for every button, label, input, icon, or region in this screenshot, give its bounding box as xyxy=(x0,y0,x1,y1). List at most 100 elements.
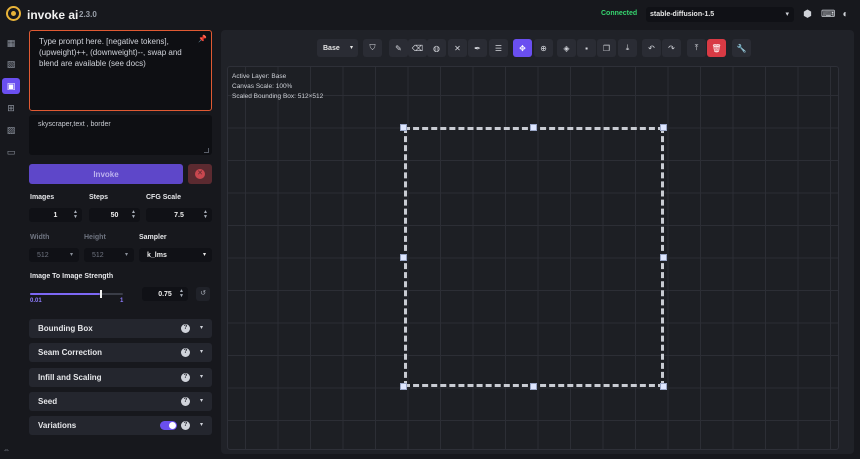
palette-icon[interactable]: ◐ xyxy=(840,9,851,20)
fill-button[interactable]: ◍ xyxy=(427,39,446,57)
help-icon[interactable]: ? xyxy=(181,397,190,406)
bbox-handle-top[interactable] xyxy=(530,124,537,131)
strength-label: Image To Image Strength xyxy=(30,273,114,280)
move-tool-button[interactable]: ✥ xyxy=(513,39,532,57)
strength-value: 0.75 xyxy=(158,290,172,298)
height-value: 512 xyxy=(92,251,104,259)
accordion-variations[interactable]: Variations ? ▾ xyxy=(29,416,212,435)
nav-nodes-icon[interactable]: ⊞ xyxy=(2,100,20,116)
accordion-label: Seed xyxy=(38,397,58,406)
eraser-button[interactable]: ⌫ xyxy=(408,39,427,57)
app-version: 2.3.0 xyxy=(79,10,97,19)
steps-label: Steps xyxy=(89,194,109,201)
bbox-handle-top-right[interactable] xyxy=(660,124,667,131)
accordion-bounding-box[interactable]: Bounding Box ? ▾ xyxy=(29,319,212,338)
model-select[interactable]: stable-diffusion-1.5 ▾ xyxy=(646,7,794,22)
help-icon[interactable]: ? xyxy=(181,421,190,430)
info-scaled-bbox: Scaled Bounding Box: 512×512 xyxy=(232,93,324,100)
invoke-button[interactable]: Invoke xyxy=(29,164,183,184)
reset-strength-button[interactable]: ↺ xyxy=(196,287,210,301)
stepper-icon[interactable]: ▲ ▼ xyxy=(203,210,208,220)
sampler-label: Sampler xyxy=(139,234,167,241)
prompt-input[interactable]: Type prompt here. [negative tokens], (up… xyxy=(29,30,212,111)
negative-prompt-value: skyscraper,text , border xyxy=(38,121,111,128)
steps-input[interactable]: 50 ▲ ▼ xyxy=(89,208,140,222)
chevron-down-icon: ▾ xyxy=(199,325,203,331)
strength-max: 1 xyxy=(120,298,124,304)
redo-button[interactable]: ↷ xyxy=(662,39,681,57)
strength-input[interactable]: 0.75 ▲ ▼ xyxy=(142,287,188,301)
cube-icon[interactable]: ⬢ xyxy=(802,9,813,20)
upload-icon: ⤒ xyxy=(694,43,699,52)
sliders-icon: ☰ xyxy=(494,43,503,53)
nav-training-icon[interactable]: ▭ xyxy=(2,144,20,160)
strength-slider-thumb[interactable] xyxy=(100,290,102,298)
bounding-box[interactable] xyxy=(404,127,664,387)
nav-image-to-image-icon[interactable]: ▧ xyxy=(2,56,20,72)
copy-button[interactable]: ❐ xyxy=(597,39,616,57)
accordion-label: Bounding Box xyxy=(38,324,93,333)
variations-toggle[interactable] xyxy=(160,421,177,430)
stepper-icon[interactable]: ▲ ▼ xyxy=(73,210,78,220)
accordion-label: Infill and Scaling xyxy=(38,373,102,382)
cancel-button[interactable]: ✕ xyxy=(188,164,212,184)
bbox-handle-left[interactable] xyxy=(400,254,407,261)
chevron-down-icon: ▾ xyxy=(199,349,203,355)
save-button[interactable]: ▪ xyxy=(577,39,596,57)
brush-button[interactable]: ✎ xyxy=(389,39,408,57)
help-icon[interactable]: ? xyxy=(181,324,190,333)
negative-prompt-input[interactable]: skyscraper,text , border xyxy=(29,115,212,155)
bbox-handle-bottom-left[interactable] xyxy=(400,383,407,390)
bbox-handle-bottom[interactable] xyxy=(530,383,537,390)
settings-button[interactable]: 🔧 xyxy=(732,39,751,57)
keyboard-icon[interactable]: ⌨ xyxy=(821,9,835,20)
strength-slider[interactable] xyxy=(30,293,123,295)
app-title: invoke ai xyxy=(27,8,79,22)
merge-visible-button[interactable]: ◈ xyxy=(557,39,576,57)
layer-select[interactable]: Base ▾ xyxy=(317,39,358,57)
undo-button[interactable]: ↶ xyxy=(642,39,661,57)
accordion-seed[interactable]: Seed ? ▾ xyxy=(29,392,212,411)
steps-value: 50 xyxy=(110,211,119,219)
bbox-handle-right[interactable] xyxy=(660,254,667,261)
stepper-icon[interactable]: ▲ ▼ xyxy=(131,210,136,220)
clear-button[interactable]: ✕ xyxy=(448,39,467,57)
help-icon[interactable]: ? xyxy=(181,348,190,357)
accordion-infill-scaling[interactable]: Infill and Scaling ? ▾ xyxy=(29,368,212,387)
download-button[interactable]: ⤓ xyxy=(618,39,637,57)
left-nav: ▦ ▧ ▣ ⊞ ▨ ▭ xyxy=(0,30,22,459)
bbox-handle-top-left[interactable] xyxy=(400,124,407,131)
nav-postprocessing-icon[interactable]: ▨ xyxy=(2,122,20,138)
top-bar: invoke ai 2.3.0 Connected stable-diffusi… xyxy=(0,0,860,30)
chevron-down-icon: ▾ xyxy=(69,252,73,258)
undo-icon: ↶ xyxy=(648,43,655,53)
images-input[interactable]: 1 ▲ ▼ xyxy=(29,208,82,222)
height-select[interactable]: 512 ▾ xyxy=(84,248,134,262)
color-picker-button[interactable]: ✒ xyxy=(468,39,487,57)
crosshair-icon: ⊕ xyxy=(540,43,547,53)
eyedropper-icon: ✒ xyxy=(474,43,481,53)
accordion-seam-correction[interactable]: Seam Correction ? ▾ xyxy=(29,343,212,362)
help-icon[interactable]: ? xyxy=(181,373,190,382)
upload-button[interactable]: ⤒ xyxy=(687,39,706,57)
chevron-down-icon: ▾ xyxy=(349,45,353,51)
layers-icon: ◈ xyxy=(563,43,570,53)
pin-icon[interactable]: 📌 xyxy=(198,34,207,45)
chevron-down-icon: ▾ xyxy=(202,252,206,258)
bbox-handle-bottom-right[interactable] xyxy=(660,383,667,390)
mask-options-button[interactable]: ⛉ xyxy=(363,39,382,57)
sampler-select[interactable]: k_lms ▾ xyxy=(139,248,212,262)
cfg-scale-value: 7.5 xyxy=(174,211,184,219)
strength-min: 0.01 xyxy=(30,298,42,304)
cfg-scale-input[interactable]: 7.5 ▲ ▼ xyxy=(146,208,212,222)
width-select[interactable]: 512 ▾ xyxy=(29,248,79,262)
reset-view-button[interactable]: ⊕ xyxy=(534,39,553,57)
nav-text-to-image-icon[interactable]: ▦ xyxy=(2,35,20,51)
stepper-icon[interactable]: ▲ ▼ xyxy=(179,289,184,299)
clear-canvas-button[interactable]: 🗑 xyxy=(707,39,726,57)
nav-unified-canvas-icon[interactable]: ▣ xyxy=(2,78,20,94)
resize-grip-icon[interactable] xyxy=(204,148,209,153)
close-icon: ✕ xyxy=(454,43,461,53)
brush-options-button[interactable]: ☰ xyxy=(489,39,508,57)
collapse-panel-icon[interactable]: ⇔ xyxy=(3,447,10,454)
